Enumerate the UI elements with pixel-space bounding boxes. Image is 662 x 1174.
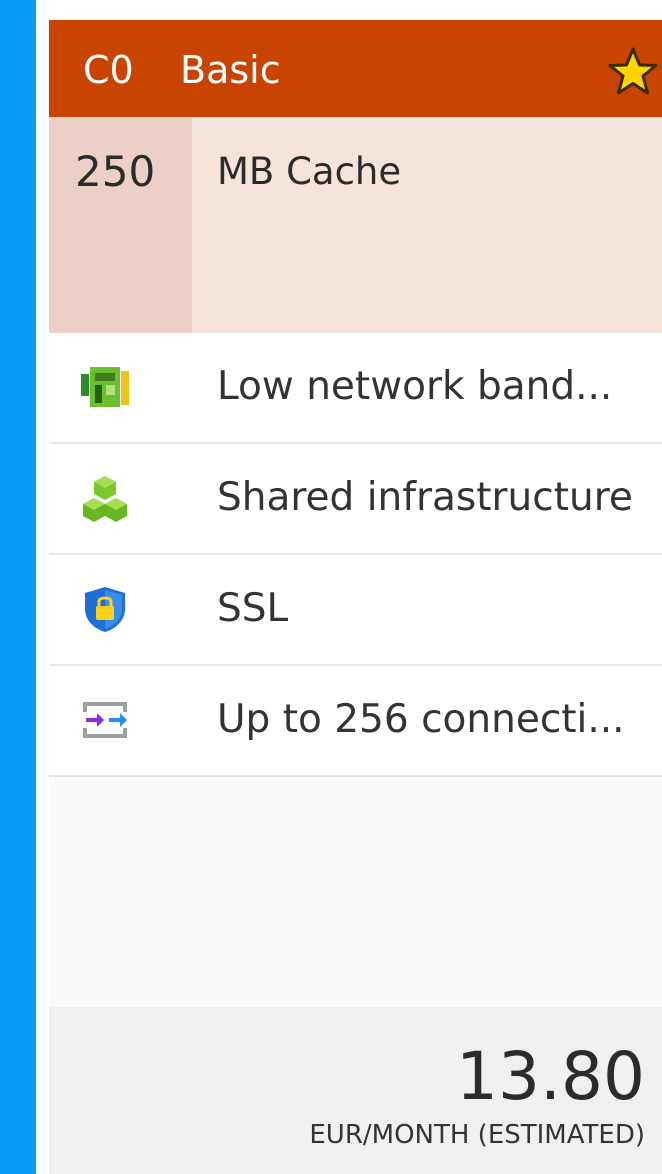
cache-size-row: 250 MB Cache — [49, 117, 662, 333]
price-section: 13.80 EUR/MONTH (ESTIMATED) — [49, 1007, 662, 1174]
tier-code: C0 — [83, 48, 134, 92]
pricing-tier-panel: C0 Basic 250 MB Cache Low network band..… — [36, 0, 662, 1174]
feature-label: Shared infrastructure — [217, 475, 633, 520]
ssl-shield-icon — [85, 587, 125, 632]
price-amount: 13.80 — [456, 1038, 645, 1115]
shared-infrastructure-icon — [83, 476, 127, 522]
feature-label: Low network band... — [217, 364, 613, 409]
feature-label: Up to 256 connecti... — [217, 697, 625, 742]
tier-name: Basic — [180, 48, 281, 92]
cache-size-box: 250 — [49, 117, 192, 333]
tier-header: C0 Basic — [49, 20, 662, 117]
pricing-tier-card[interactable]: C0 Basic 250 MB Cache Low network band..… — [49, 20, 662, 1174]
connections-icon — [83, 702, 127, 738]
feature-connections: Up to 256 connecti... — [49, 666, 662, 777]
feature-list: Low network band... Shared infrastructur… — [49, 333, 662, 777]
feature-shared-infrastructure: Shared infrastructure — [49, 444, 662, 555]
cache-size-value: 250 — [75, 147, 156, 196]
network-bandwidth-icon — [81, 367, 129, 407]
price-period-label: EUR/MONTH (ESTIMATED) — [309, 1120, 645, 1150]
feature-label: SSL — [217, 586, 289, 631]
feature-network-bandwidth: Low network band... — [49, 333, 662, 444]
feature-ssl: SSL — [49, 555, 662, 666]
star-icon[interactable] — [607, 46, 659, 98]
cache-size-unit: MB Cache — [217, 150, 402, 193]
